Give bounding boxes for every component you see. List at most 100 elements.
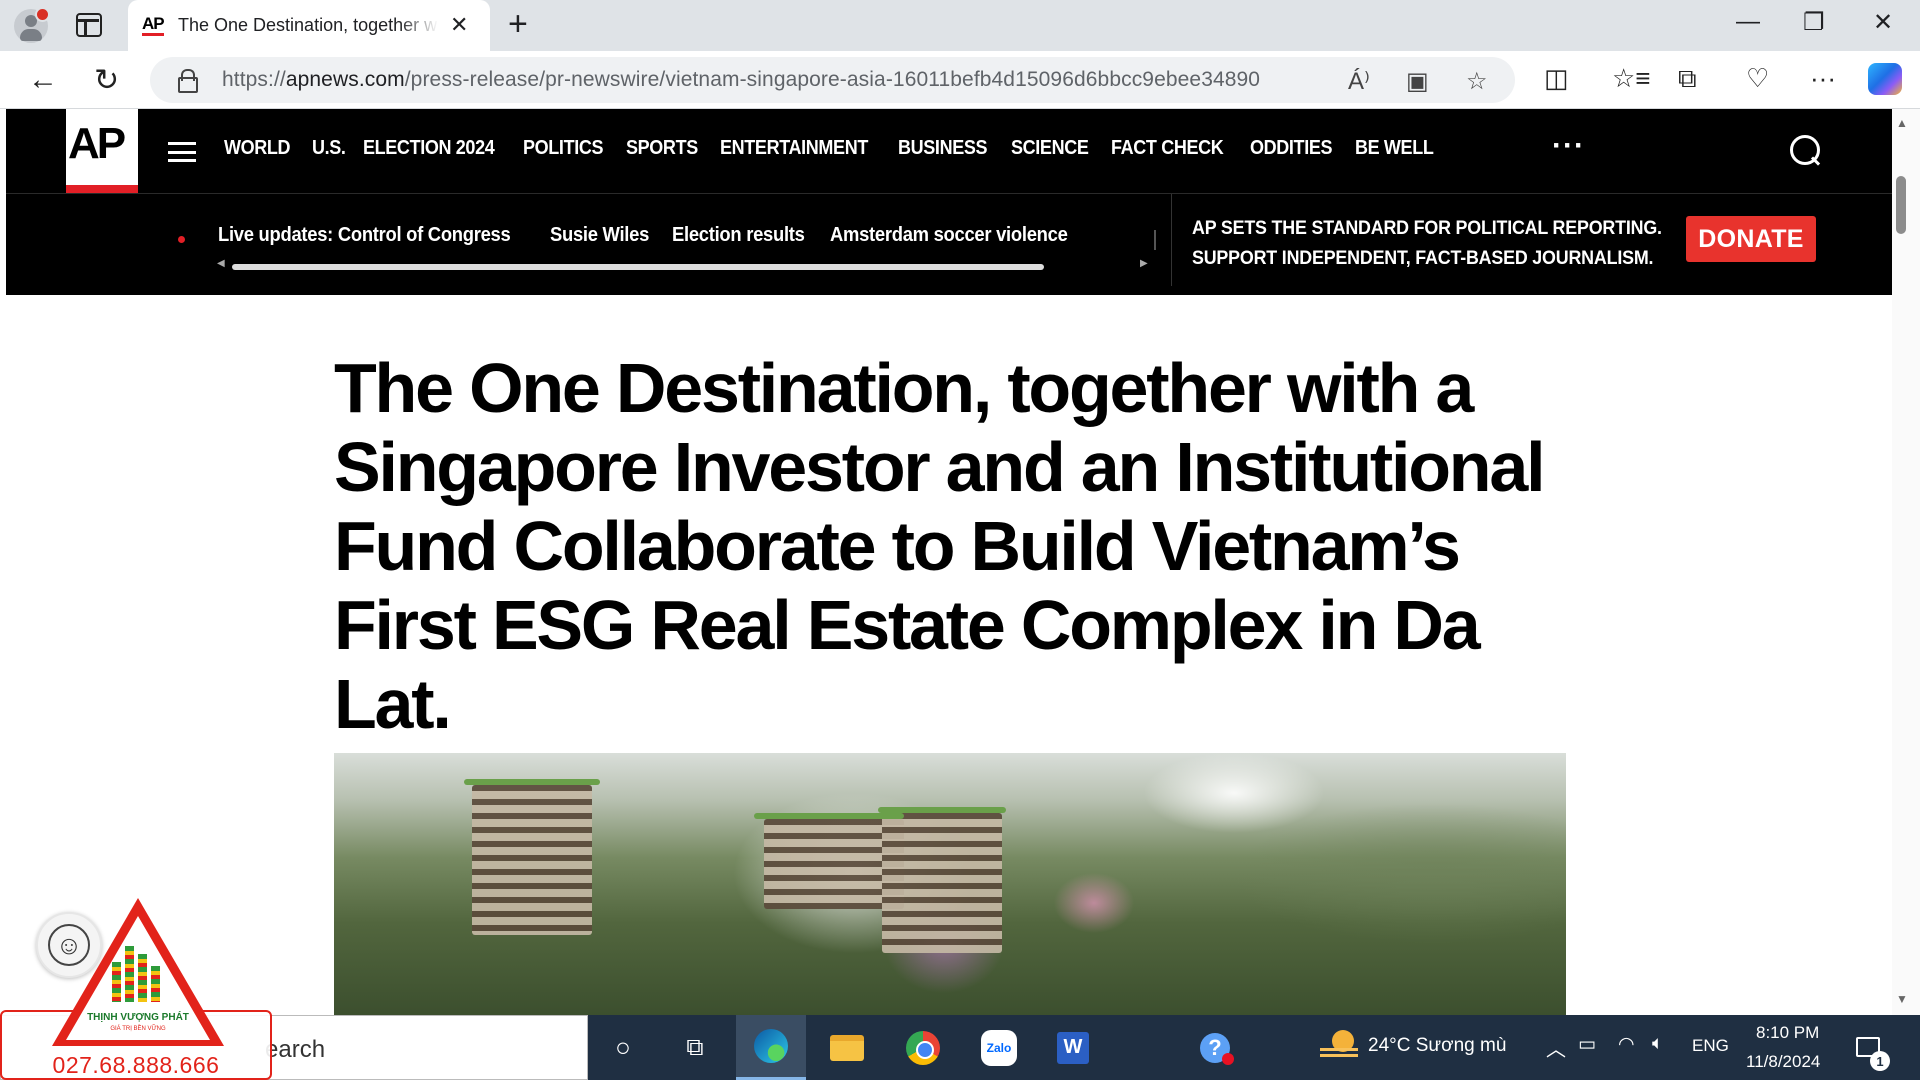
new-tab-button[interactable]: + xyxy=(508,5,528,44)
more-nav-icon[interactable]: ··· xyxy=(1552,129,1585,163)
scroll-left-icon[interactable]: ◀ xyxy=(217,258,225,269)
trending-bar: Live updates: Control of Congress Susie … xyxy=(6,193,1892,295)
article-headline: The One Destination, together with a Sin… xyxy=(334,349,1546,743)
nav-item-fact-check[interactable]: FACT CHECK xyxy=(1111,137,1224,160)
watermark-brand-name: THỊNH VƯỢNG PHÁT xyxy=(87,1012,189,1023)
tab-actions-icon[interactable] xyxy=(76,13,102,37)
watermark-phone: 027.68.888.666 xyxy=(52,1052,220,1078)
url-text[interactable]: https://apnews.com/press-release/pr-news… xyxy=(222,68,1260,92)
scroll-up-icon[interactable]: ▲ xyxy=(1896,116,1908,130)
green-roof xyxy=(754,813,904,819)
main-nav: WORLD U.S. ELECTION 2024 POLITICS SPORTS… xyxy=(224,137,1434,160)
ap-favicon-icon: AP xyxy=(142,14,165,36)
lock-icon[interactable] xyxy=(178,69,198,93)
nav-item-us[interactable]: U.S. xyxy=(312,137,346,160)
favorites-icon[interactable]: ☆≡ xyxy=(1612,63,1650,94)
promo-line-1: AP SETS THE STANDARD FOR POLITICAL REPOR… xyxy=(1192,218,1662,239)
edge-icon xyxy=(754,1029,788,1063)
nav-item-world[interactable]: WORLD xyxy=(224,137,291,160)
active-tab[interactable]: AP The One Destination, together with a … xyxy=(128,0,490,51)
taskbar-edge[interactable] xyxy=(736,1015,806,1080)
tab-strip: AP The One Destination, together with a … xyxy=(0,0,1920,51)
taskbar-help[interactable]: ? xyxy=(1180,1015,1250,1080)
web-page: AP WORLD U.S. ELECTION 2024 POLITICS SPO… xyxy=(6,109,1892,1015)
zalo-icon: Zalo xyxy=(981,1029,1017,1066)
weather-fog-icon[interactable] xyxy=(1318,1030,1360,1062)
taskbar-chrome[interactable] xyxy=(888,1015,958,1080)
nav-item-science[interactable]: SCIENCE xyxy=(1011,137,1089,160)
windows-taskbar: earch ○ ⧉ Zalo W ? 24°C Sương mù ︿ ▭ ◠ 🔈… xyxy=(0,1015,1920,1080)
profile-avatar-icon[interactable] xyxy=(14,7,50,43)
article-hero-image[interactable] xyxy=(334,753,1566,1015)
tab-title: The One Destination, together with a Sin… xyxy=(178,15,438,35)
cortana-icon[interactable]: ○ xyxy=(588,1015,658,1080)
taskbar-word[interactable]: W xyxy=(1038,1015,1108,1080)
copilot-icon[interactable] xyxy=(1868,63,1902,95)
back-button[interactable]: ← xyxy=(28,63,58,97)
collections-icon[interactable]: ⧉ xyxy=(1678,63,1697,95)
nav-item-entertainment[interactable]: ENTERTAINMENT xyxy=(720,137,868,160)
url-path: /press-release/pr-newswire/vietnam-singa… xyxy=(404,68,1261,91)
wifi-icon[interactable]: ◠ xyxy=(1618,1033,1635,1056)
trend-item-amsterdam[interactable]: Amsterdam soccer violence xyxy=(830,224,1068,247)
minimize-button[interactable]: — xyxy=(1736,8,1760,36)
watermark-slogan: GIÁ TRỊ BỀN VỮNG xyxy=(110,1026,166,1032)
clock-date[interactable]: 11/8/2024 xyxy=(1746,1052,1820,1072)
promo-text[interactable]: AP SETS THE STANDARD FOR POLITICAL REPOR… xyxy=(1192,214,1662,274)
trend-item-election-results[interactable]: Election results xyxy=(672,224,805,247)
clock-time[interactable]: 8:10 PM xyxy=(1756,1023,1819,1043)
nav-item-oddities[interactable]: ODDITIES xyxy=(1250,137,1333,160)
chrome-icon xyxy=(906,1030,940,1065)
search-icon[interactable] xyxy=(1790,135,1820,165)
volume-icon[interactable]: 🔈︎ xyxy=(1652,1033,1663,1055)
building-render xyxy=(472,785,592,935)
nav-item-sports[interactable]: SPORTS xyxy=(626,137,698,160)
refresh-button[interactable]: ↻ xyxy=(94,63,119,98)
weather-text[interactable]: 24°C Sương mù xyxy=(1368,1035,1506,1057)
taskbar-search-placeholder: earch xyxy=(265,1036,326,1063)
tray-chevron-icon[interactable]: ︿ xyxy=(1546,1033,1566,1062)
folder-icon xyxy=(830,1034,864,1061)
url-field[interactable]: https://apnews.com/press-release/pr-news… xyxy=(150,57,1515,103)
task-view-icon[interactable]: ⧉ xyxy=(660,1015,730,1080)
notification-count-badge: 1 xyxy=(1870,1051,1890,1071)
tab-close-icon[interactable]: ✕ xyxy=(450,12,468,38)
green-roof xyxy=(464,779,600,785)
trending-scrollbar[interactable] xyxy=(232,264,1044,270)
help-icon: ? xyxy=(1200,1032,1234,1065)
scroll-right-icon[interactable]: ▶ xyxy=(1140,258,1148,269)
immersive-reader-icon[interactable]: ▣ xyxy=(1406,67,1429,96)
page-scroll-thumb[interactable] xyxy=(1896,176,1906,234)
nav-item-election-2024[interactable]: ELECTION 2024 xyxy=(363,137,495,160)
nav-item-politics[interactable]: POLITICS xyxy=(523,137,603,160)
donate-button[interactable]: DONATE xyxy=(1686,216,1816,262)
browser-essentials-icon[interactable]: ♡ xyxy=(1746,63,1769,94)
nav-item-be-well[interactable]: BE WELL xyxy=(1355,137,1434,160)
split-screen-icon[interactable]: ◫ xyxy=(1544,63,1569,94)
battery-icon[interactable]: ▭ xyxy=(1578,1033,1596,1056)
scroll-down-icon[interactable]: ▼ xyxy=(1896,992,1908,1006)
taskbar-zalo[interactable]: Zalo xyxy=(964,1015,1034,1080)
ap-logo[interactable]: AP xyxy=(66,109,138,193)
word-icon: W xyxy=(1057,1031,1089,1064)
watermark-logo-bars xyxy=(112,946,160,1002)
nav-item-business[interactable]: BUSINESS xyxy=(898,137,988,160)
trending-list: Live updates: Control of Congress Susie … xyxy=(218,224,1068,247)
restore-button[interactable]: ❐ xyxy=(1803,8,1825,37)
favorite-star-icon[interactable]: ☆ xyxy=(1466,67,1488,96)
subheader-divider xyxy=(1171,194,1172,286)
taskbar-file-explorer[interactable] xyxy=(812,1015,882,1080)
input-language[interactable]: ENG xyxy=(1692,1036,1729,1056)
page-scrollbar[interactable] xyxy=(1892,109,1920,1015)
trend-item-live-updates[interactable]: Live updates: Control of Congress xyxy=(218,224,511,247)
more-options-icon[interactable]: ··· xyxy=(1810,63,1836,94)
promo-line-2: SUPPORT INDEPENDENT, FACT-BASED JOURNALI… xyxy=(1192,248,1654,269)
trend-divider xyxy=(1154,230,1156,250)
building-render xyxy=(882,813,1002,953)
close-window-button[interactable]: ✕ xyxy=(1873,8,1893,37)
trend-item-susie-wiles[interactable]: Susie Wiles xyxy=(550,224,649,247)
read-aloud-icon[interactable]: Á⁾ xyxy=(1348,67,1370,96)
url-domain: apnews.com xyxy=(285,68,405,91)
menu-hamburger-icon[interactable] xyxy=(168,142,196,162)
live-indicator-icon xyxy=(178,236,185,243)
